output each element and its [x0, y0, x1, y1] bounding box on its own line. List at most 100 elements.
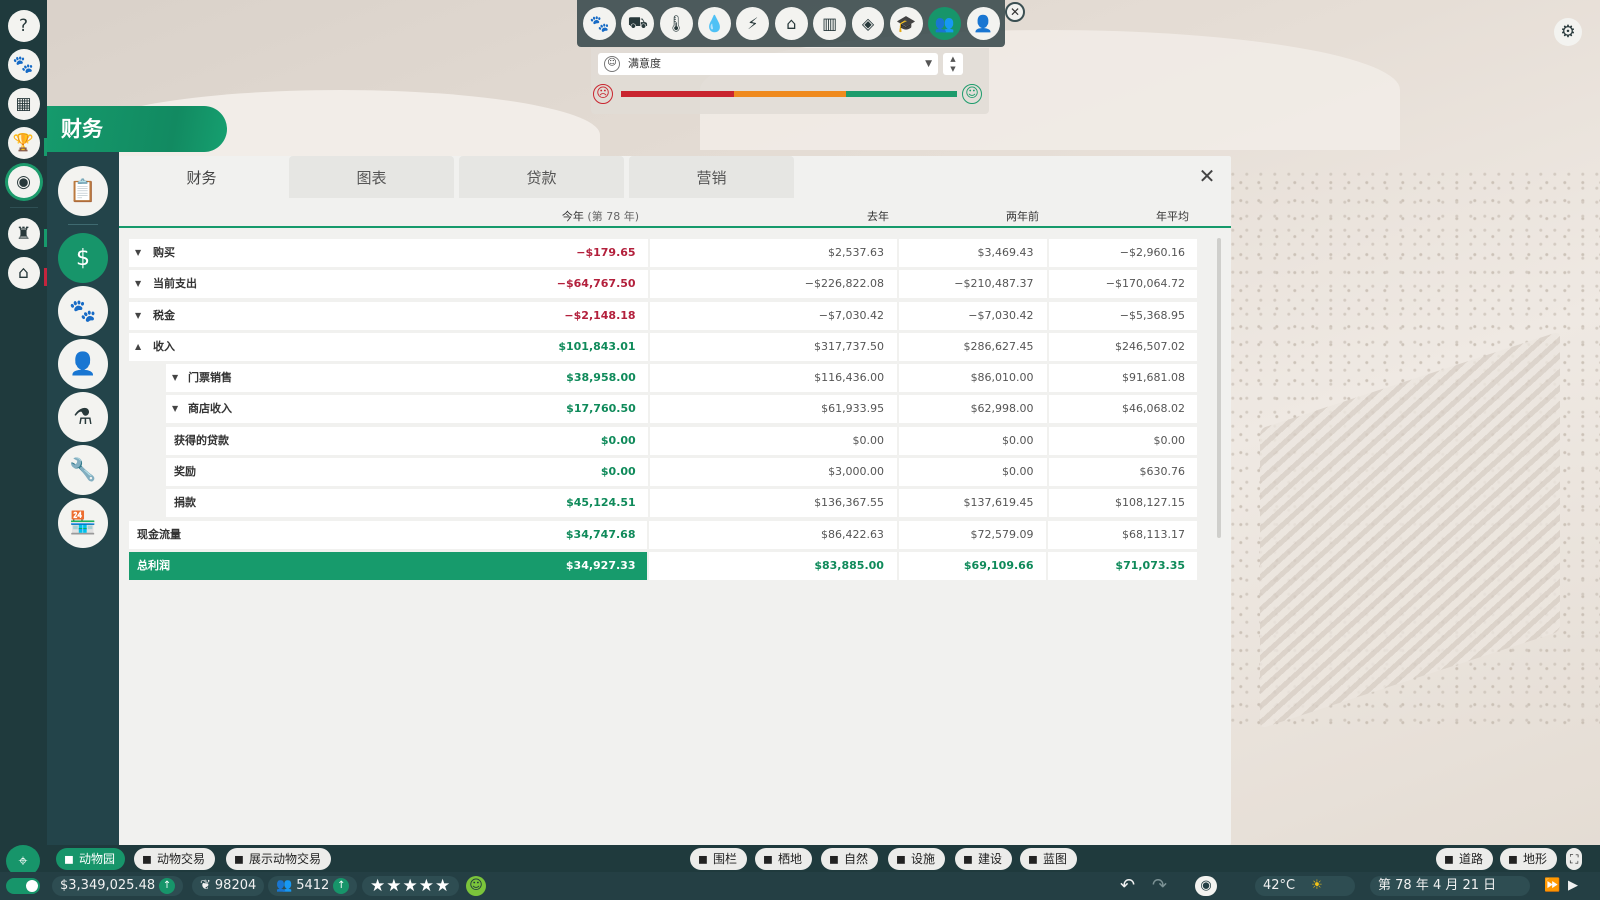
toolbar-path-button[interactable]: ◼ 道路 — [1436, 848, 1493, 870]
table-row[interactable]: ▼ 当前支出 −$64,767.50 −$226,822.08 −$210,487.37… — [129, 270, 1197, 299]
caret-down-icon[interactable]: ▼ — [172, 395, 178, 423]
fullscreen-icon[interactable]: ⛶ — [1566, 848, 1583, 870]
toolbar-exhibit-trade-button[interactable]: ◼ 展示动物交易 — [226, 848, 331, 870]
temperature-value: 42°C — [1263, 878, 1296, 893]
overlay-stepper[interactable]: ▲ ▼ — [943, 53, 963, 75]
table-row[interactable]: ▲ 收入 $101,843.01 $317,737.50 $286,627.45 $246… — [129, 332, 1197, 361]
this-year-value: $17,760.50 — [566, 402, 636, 416]
security-icon[interactable]: ◈ — [851, 7, 885, 40]
two-years-ago-value: −$7,030.42 — [898, 301, 1047, 330]
toolbar-blueprint-button[interactable]: ◼ 蓝图 — [1020, 848, 1077, 870]
research-icon[interactable]: ⚗ — [58, 392, 108, 442]
toolbar-habitat-button[interactable]: ◼ 栖地 — [755, 848, 812, 870]
facilities-icon[interactable]: ▥ — [813, 7, 847, 40]
animals-paw-icon[interactable]: 🐾 — [58, 286, 108, 336]
education-icon[interactable]: 🎓 — [889, 7, 923, 40]
camera-icon[interactable]: ◉ — [1195, 876, 1217, 896]
tab-marketing[interactable]: 营销 — [629, 156, 794, 198]
table-row: 总利润 $34,927.33 $83,885.00 $69,109.66 $71,073… — [129, 551, 1198, 580]
tab-loans[interactable]: 贷款 — [459, 156, 624, 198]
two-years-ago-value: $72,579.09 — [898, 520, 1047, 549]
shop-icon[interactable]: 🏪 — [58, 498, 108, 548]
this-year-value: $34,747.68 — [565, 527, 636, 541]
toolbar-label: 地形 — [1522, 852, 1547, 866]
eye-icon[interactable]: ◉ — [7, 165, 40, 198]
tab-finance[interactable]: 财务 — [119, 156, 284, 198]
habitat-icon: ◼ — [763, 852, 773, 866]
row-label: 奖励 — [174, 465, 196, 479]
rail-divider — [68, 224, 98, 225]
table-row[interactable]: ▼ 购买 −$179.65 $2,537.63 $3,469.43 −$2,960.16 — [129, 239, 1197, 267]
table-row[interactable]: ▼ 商店收入 $17,760.50 $61,933.95 $62,998.00 $46,0… — [129, 395, 1197, 424]
row-label-cell: 奖励 $0.00 — [166, 458, 648, 487]
toolbar-zoo-button[interactable]: ◼ 动物园 — [56, 848, 125, 870]
help-icon[interactable]: ? — [7, 9, 40, 42]
col-annual-avg: 年平均 — [1156, 210, 1189, 223]
staff-icon[interactable]: 👤 — [966, 7, 1000, 40]
happy-face-icon: ☺ — [962, 84, 982, 104]
smiley-icon: ☺ — [604, 56, 620, 72]
table-row[interactable]: ▼ 门票销售 $38,958.00 $116,436.00 $86,010.00 $91,… — [129, 364, 1197, 393]
undo-icon[interactable]: ↶ — [1112, 876, 1143, 896]
tab-charts[interactable]: 图表 — [289, 156, 454, 198]
staff-icon[interactable]: 👤 — [58, 339, 108, 389]
caret-down-icon[interactable]: ▼ — [135, 239, 141, 267]
toolbar-fence-button[interactable]: ◼ 围栏 — [690, 848, 747, 870]
guests-icon[interactable]: 👥 — [928, 7, 962, 40]
this-year-value: −$2,148.18 — [564, 308, 636, 322]
row-label: 购买 — [153, 246, 175, 259]
paw-icon[interactable]: 🐾 — [583, 7, 616, 40]
toolbar-facility-button[interactable]: ◼ 设施 — [888, 848, 945, 870]
table-scrollbar[interactable] — [1217, 238, 1221, 538]
trophy-icon[interactable]: 🏆1 — [7, 126, 68, 159]
overview-clipboard-icon[interactable]: 📋 — [58, 166, 108, 216]
rating-display: ★★★★★ — [362, 876, 460, 896]
table-row[interactable]: ▼ 税金 −$2,148.18 −$7,030.42 −$7,030.42 −$5,368… — [129, 301, 1197, 330]
feeding-icon[interactable]: ⛟ — [621, 7, 655, 40]
habitat-icon[interactable]: ⌂1 — [7, 256, 68, 289]
maintenance-wrench-icon[interactable]: 🔧 — [58, 445, 108, 495]
finance-panel: 财务 图表 贷款 营销 ✕ 今年 (第 78 年) 去年 两年前 年平均 ▼ 购买… — [119, 156, 1231, 845]
toolbar-label: 自然 — [843, 852, 868, 866]
overlay-close-icon[interactable]: ✕ — [1005, 2, 1025, 22]
toolbar-label: 展示动物交易 — [248, 852, 321, 866]
sad-face-icon: ☹ — [593, 84, 613, 104]
table-row: 捐款 $45,124.51 $136,367.55 $137,619.45 $108,1… — [129, 489, 1197, 518]
toolbar-nature-button[interactable]: ◼ 自然 — [821, 848, 878, 870]
staff-icon[interactable]: ♜9 — [7, 217, 68, 250]
water-icon[interactable]: 💧 — [698, 7, 732, 40]
temperature-icon[interactable]: 🌡 — [659, 7, 693, 40]
happiness-smiley-icon[interactable]: ☺ — [466, 876, 486, 896]
sun-icon: ☀ — [1311, 878, 1323, 893]
overlay-select[interactable]: ☺ 满意度 ▼ — [598, 53, 938, 75]
annual-avg-value: $91,681.08 — [1048, 364, 1197, 393]
caret-down-icon[interactable]: ▼ — [172, 364, 178, 392]
toolbar-build-button[interactable]: ◼ 建设 — [955, 848, 1012, 870]
power-icon[interactable]: ⚡ — [736, 7, 770, 40]
calendar-icon[interactable]: ▦ — [7, 87, 40, 120]
this-year-value: −$179.65 — [576, 246, 636, 259]
caret-up-icon[interactable]: ▲ — [135, 333, 141, 361]
animal-trade-icon: ◼ — [142, 852, 152, 866]
toolbar-label: 动物园 — [78, 852, 115, 866]
annual-avg-value: $246,507.02 — [1048, 332, 1197, 361]
settings-gear-icon[interactable]: ⚙ — [1554, 18, 1582, 46]
last-year-value: $317,737.50 — [649, 332, 897, 361]
toolbar-terrain-button[interactable]: ◼ 地形 — [1500, 848, 1557, 870]
caret-down-icon[interactable]: ▼ — [135, 302, 141, 330]
last-year-value: $86,422.63 — [649, 520, 897, 549]
row-label: 现金流量 — [137, 527, 181, 541]
shelter-icon[interactable]: ⌂ — [774, 7, 808, 40]
gauge-segment — [846, 91, 957, 97]
close-icon[interactable]: ✕ — [1195, 164, 1219, 188]
toolbar-animal-trade-button[interactable]: ◼ 动物交易 — [134, 848, 215, 870]
row-label-cell: 总利润 $34,927.33 — [129, 551, 648, 580]
view-toggle[interactable] — [6, 878, 40, 894]
play-icon[interactable]: ▶ — [1560, 876, 1586, 896]
this-year-value: $0.00 — [600, 433, 636, 447]
caret-down-icon[interactable]: ▼ — [135, 270, 141, 298]
zoo-animal-icon[interactable]: 🐾 — [7, 48, 40, 81]
redo-icon[interactable]: ↷ — [1144, 876, 1175, 896]
finance-money-icon[interactable]: $ — [58, 233, 108, 283]
annual-avg-value: $630.76 — [1048, 458, 1197, 487]
